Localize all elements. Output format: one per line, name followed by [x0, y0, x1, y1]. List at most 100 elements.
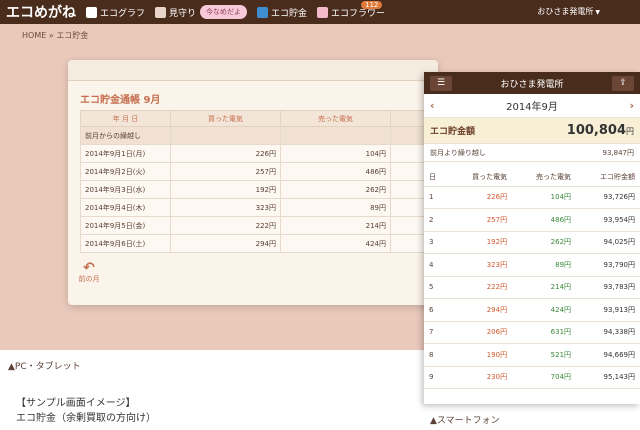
back-arrow-icon: ↶ [83, 260, 95, 276]
user-name: おひさま発電所 [537, 7, 594, 16]
column-header-bought: 買った電気 [170, 110, 281, 127]
passbook-table: 年 月 日 買った電気 売った電気 前月からの繰越し 2014年9月1日(月) … [80, 110, 438, 253]
row-balance: 94,025円 [576, 231, 640, 254]
nav-eco-graph-label: エコグラフ [100, 8, 146, 19]
row-bought: 192円 [170, 180, 281, 199]
row-date: 2014年9月1日(月) [80, 144, 171, 163]
row-bought: 192円 [448, 231, 513, 254]
previous-month-button[interactable]: ↶ 前の月 [74, 260, 104, 284]
nav-eco-chokin[interactable]: エコ貯金 [257, 6, 307, 19]
row-bought: 323円 [170, 198, 281, 217]
app-logo[interactable]: エコめがね [6, 2, 76, 22]
row-bought: 294円 [448, 298, 513, 322]
row-sold: 104円 [280, 144, 391, 163]
carry-over-row: 前月からの繰越し [80, 126, 438, 145]
sample-subheading: エコ貯金（余剰買取の方向け） [16, 413, 156, 424]
nav-mimamori[interactable]: 見守り 今なめだよ [155, 5, 248, 19]
table-row: 9 230円 704円 95,143円 [424, 366, 640, 389]
row-day: 6 [424, 298, 449, 322]
row-sold: 424円 [280, 234, 391, 253]
row-day: 1 [424, 186, 449, 209]
caption-pc-tablet: ▲PC・タブレット [8, 362, 81, 372]
caption-smartphone: ▲スマートフォン [430, 416, 500, 426]
row-day: 7 [424, 321, 449, 344]
row-date: 2014年9月3日(水) [80, 180, 171, 199]
phone-daily-table: 日 買った電気 売った電気 エコ貯金額 1 226円 104円 93,726円 … [424, 168, 640, 389]
nav-eco-graph[interactable]: エコグラフ [86, 6, 145, 19]
table-row: 2 257円 486円 93,954円 [424, 208, 640, 232]
row-sold: 104円 [512, 186, 577, 209]
row-date: 2014年9月6日(土) [80, 234, 171, 253]
sample-heading: 【サンプル画面イメージ】 [16, 398, 136, 409]
column-header-day: 日 [424, 168, 449, 187]
row-bought: 257円 [448, 208, 513, 232]
column-header-bought: 買った電気 [448, 168, 513, 187]
row-sold: 486円 [512, 208, 577, 232]
row-bought: 294円 [170, 234, 281, 253]
menu-button[interactable]: ☰ [430, 75, 452, 91]
user-menu[interactable]: おひさま発電所 ▼ [537, 6, 600, 17]
row-sold: 262円 [280, 180, 391, 199]
row-balance: 94,669円 [576, 343, 640, 367]
share-button[interactable]: ⇪ [611, 75, 634, 91]
row-bought: 230円 [448, 366, 513, 389]
row-bought: 206円 [448, 321, 513, 344]
row-bought: 226円 [170, 144, 281, 163]
table-row: 8 190円 521円 94,669円 [424, 343, 640, 367]
row-sold: 89円 [512, 253, 577, 277]
carry-over-value: 93,847円 [602, 148, 635, 157]
table-row: 4 323円 89円 93,790円 [424, 253, 640, 277]
savings-total-unit: 円 [626, 127, 634, 136]
chevron-left-icon[interactable]: ‹ [430, 99, 435, 112]
desktop-passbook-panel: エコ貯金通帳 9月 年 月 日 買った電気 売った電気 前月からの繰越し 201… [68, 60, 438, 305]
savings-total-value: 100,804円 [567, 123, 634, 138]
table-row: 2014年9月3日(水) 192円 262円 [80, 180, 438, 199]
column-header-date: 年 月 日 [80, 110, 171, 127]
phone-title: おひさま発電所 [500, 79, 564, 90]
status-pill: 今なめだよ [200, 5, 248, 19]
savings-total-label: エコ貯金額 [430, 127, 476, 137]
notification-badge: 112 [361, 1, 383, 9]
table-row: 6 294円 424円 93,913円 [424, 298, 640, 322]
row-bought: 226円 [448, 186, 513, 209]
phone-header: ☰ おひさま発電所 ⇪ [424, 72, 640, 94]
breadcrumb[interactable]: HOME » エコ貯金 [22, 30, 88, 41]
chevron-down-icon: ▼ [595, 9, 600, 16]
row-sold: 214円 [512, 276, 577, 299]
row-bought: 323円 [448, 253, 513, 277]
row-day: 2 [424, 208, 449, 232]
row-sold: 704円 [512, 366, 577, 389]
flower-icon [317, 6, 329, 18]
row-day: 4 [424, 253, 449, 277]
row-day: 8 [424, 343, 449, 367]
table-row: 2014年9月1日(月) 226円 104円 [80, 144, 438, 163]
row-sold: 424円 [512, 298, 577, 322]
row-sold: 631円 [512, 321, 577, 344]
table-row: 2014年9月2日(火) 257円 486円 [80, 162, 438, 181]
previous-month-label: 前の月 [78, 275, 100, 283]
row-bought: 222円 [448, 276, 513, 299]
row-day: 5 [424, 276, 449, 299]
nav-eco-chokin-label: エコ貯金 [271, 8, 308, 19]
table-row: 2014年9月6日(土) 294円 424円 [80, 234, 438, 253]
column-header-balance: エコ貯金額 [576, 168, 640, 187]
row-balance: 93,790円 [576, 253, 640, 277]
table-row: 1 226円 104円 93,726円 [424, 186, 640, 209]
row-date: 2014年9月2日(火) [80, 162, 171, 181]
row-sold: 214円 [280, 216, 391, 235]
row-bought: 190円 [448, 343, 513, 367]
row-balance: 93,954円 [576, 208, 640, 232]
carry-over: 前月より繰り越し 93,847円 [424, 144, 640, 162]
table-row: 2014年9月5日(金) 222円 214円 [80, 216, 438, 235]
passbook-title: エコ貯金通帳 9月 [80, 95, 161, 106]
row-balance: 95,143円 [576, 366, 640, 389]
row-balance: 94,338円 [576, 321, 640, 344]
row-day: 9 [424, 366, 449, 389]
savings-total-number: 100,804 [566, 123, 626, 138]
nav-mimamori-label: 見守り [169, 8, 197, 19]
chevron-right-icon[interactable]: › [629, 99, 634, 112]
column-header-sold: 売った電気 [280, 110, 391, 127]
row-day: 3 [424, 231, 449, 254]
row-sold: 521円 [512, 343, 577, 367]
row-sold: 262円 [512, 231, 577, 254]
